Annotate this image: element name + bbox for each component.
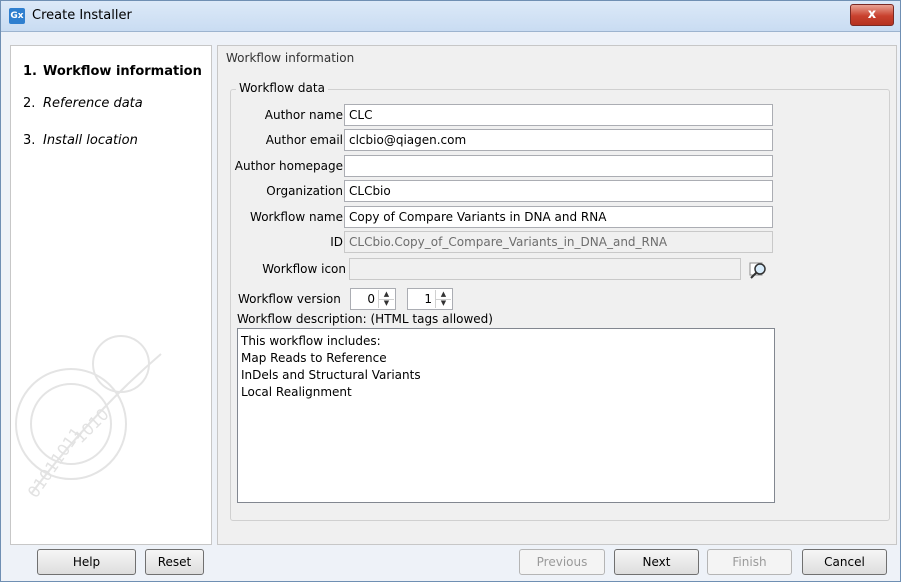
workflow-version-label: Workflow version bbox=[238, 292, 341, 306]
watermark-logo: 01011011 1010 bbox=[15, 335, 162, 501]
group-title: Workflow data bbox=[236, 81, 328, 95]
finish-button[interactable]: Finish bbox=[707, 549, 792, 575]
workflow-icon-field bbox=[349, 258, 741, 280]
workflow-name-input[interactable]: Copy of Compare Variants in DNA and RNA bbox=[344, 206, 773, 228]
spinner-arrows: ▲ ▼ bbox=[378, 290, 394, 308]
author-name-input[interactable]: CLC bbox=[344, 104, 773, 126]
previous-button[interactable]: Previous bbox=[519, 549, 605, 575]
author-homepage-label: Author homepage bbox=[234, 159, 343, 173]
organization-label: Organization bbox=[266, 184, 343, 198]
organization-input[interactable]: CLCbio bbox=[344, 180, 773, 202]
close-button[interactable]: x bbox=[850, 4, 894, 26]
help-button[interactable]: Help bbox=[37, 549, 136, 575]
author-email-input[interactable]: clcbio@qiagen.com bbox=[344, 129, 773, 151]
step-label: Workflow information bbox=[43, 64, 202, 79]
workflow-icon-label: Workflow icon bbox=[262, 262, 346, 276]
workflow-name-label: Workflow name bbox=[250, 210, 343, 224]
title-bar: Gx Create Installer x bbox=[1, 1, 900, 32]
step-number: 1. bbox=[23, 64, 37, 79]
browse-search-icon[interactable] bbox=[748, 259, 770, 281]
reset-button[interactable]: Reset bbox=[145, 549, 204, 575]
id-field: CLCbio.Copy_of_Compare_Variants_in_DNA_a… bbox=[344, 231, 773, 253]
next-button[interactable]: Next bbox=[614, 549, 699, 575]
version-major-value: 0 bbox=[367, 292, 375, 306]
version-minor-spinner[interactable]: 1 ▲ ▼ bbox=[407, 288, 453, 310]
spinner-down-icon[interactable]: ▼ bbox=[436, 299, 451, 308]
svg-text:1010: 1010 bbox=[70, 405, 112, 447]
version-minor-value: 1 bbox=[424, 292, 432, 306]
cancel-button[interactable]: Cancel bbox=[802, 549, 887, 575]
step-workflow-information[interactable]: 1. Workflow information bbox=[23, 64, 202, 79]
window-title: Create Installer bbox=[32, 8, 132, 23]
author-name-label: Author name bbox=[264, 108, 343, 122]
workflow-description-textarea[interactable]: This workflow includes: Map Reads to Ref… bbox=[237, 328, 775, 503]
spinner-down-icon[interactable]: ▼ bbox=[379, 299, 394, 308]
section-title: Workflow information bbox=[226, 51, 355, 65]
workflow-description-label: Workflow description: (HTML tags allowed… bbox=[237, 312, 493, 326]
author-homepage-input[interactable] bbox=[344, 155, 773, 177]
id-label: ID bbox=[330, 235, 343, 249]
author-email-label: Author email bbox=[265, 133, 343, 147]
app-icon: Gx bbox=[9, 8, 25, 24]
spinner-arrows: ▲ ▼ bbox=[435, 290, 451, 308]
version-major-spinner[interactable]: 0 ▲ ▼ bbox=[350, 288, 396, 310]
